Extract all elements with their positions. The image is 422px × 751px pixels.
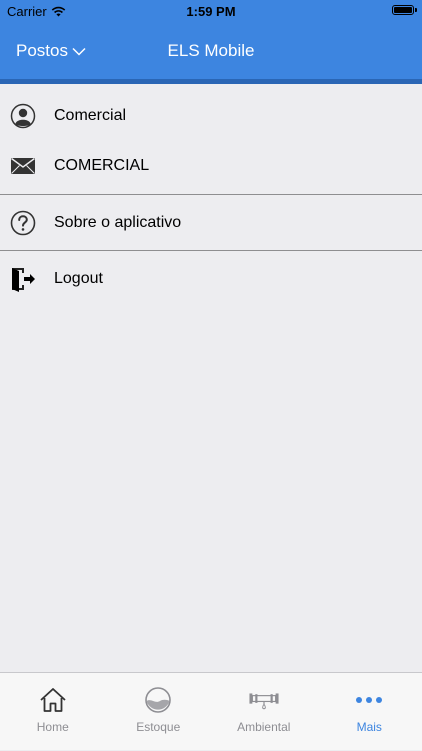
tank-gauge-icon <box>142 685 174 715</box>
logout-item[interactable]: Logout <box>0 251 422 306</box>
tab-estoque-label: Estoque <box>106 720 212 734</box>
tab-bar: Home Estoque Ambiental <box>0 672 422 750</box>
user-name: Comercial <box>54 107 126 125</box>
about-app-label: Sobre o aplicativo <box>54 214 181 232</box>
status-time: 1:59 PM <box>0 4 422 19</box>
home-icon <box>37 685 69 715</box>
menu-list: Comercial COMERCIAL Sobre o aplicativo <box>0 84 422 306</box>
tab-ambiental[interactable]: Ambiental <box>211 673 317 751</box>
status-bar: Carrier 1:59 PM <box>0 0 422 22</box>
tab-estoque[interactable]: Estoque <box>106 673 212 751</box>
tab-ambiental-label: Ambiental <box>211 720 317 734</box>
logout-icon <box>10 266 36 292</box>
tab-home[interactable]: Home <box>0 673 106 751</box>
tab-mais-label: Mais <box>317 720 422 734</box>
user-avatar-icon <box>10 103 36 129</box>
tab-home-label: Home <box>0 720 106 734</box>
logout-label: Logout <box>54 270 103 288</box>
user-email-row: COMERCIAL <box>0 141 422 191</box>
user-name-row: Comercial <box>0 91 422 141</box>
user-email: COMERCIAL <box>54 157 149 175</box>
navigation-bar: Postos ELS Mobile <box>0 22 422 79</box>
pipe-icon <box>248 685 280 715</box>
more-icon <box>353 685 385 715</box>
about-app-item[interactable]: Sobre o aplicativo <box>0 195 422 250</box>
help-icon <box>10 210 36 236</box>
mail-icon <box>10 153 36 179</box>
page-title: ELS Mobile <box>0 41 422 61</box>
battery-icon <box>392 5 414 15</box>
tab-mais[interactable]: Mais <box>317 673 422 751</box>
